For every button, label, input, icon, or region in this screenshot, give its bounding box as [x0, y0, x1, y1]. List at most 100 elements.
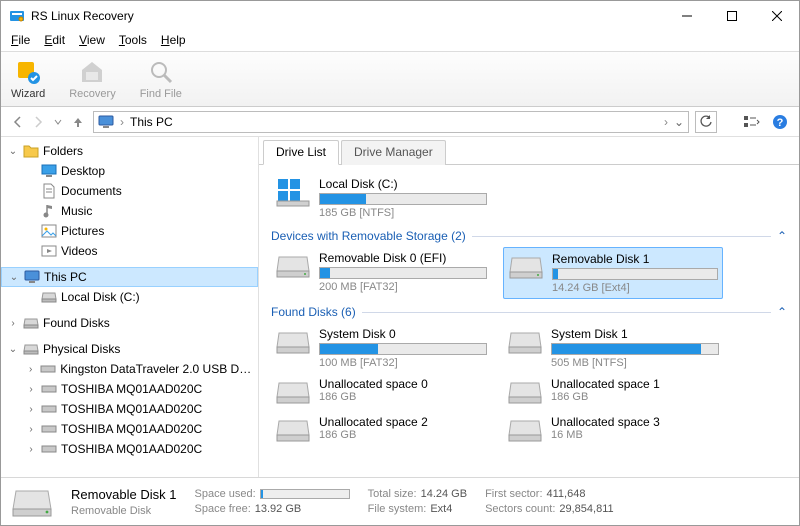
- tree-found-disks[interactable]: › Found Disks: [1, 313, 258, 333]
- tree-toshiba-2[interactable]: ›TOSHIBA MQ01AAD020C: [1, 399, 258, 419]
- drive-icon: [507, 377, 543, 407]
- wizard-button[interactable]: Wizard: [11, 58, 45, 100]
- status-bar: Removable Disk 1 Removable Disk Space us…: [1, 477, 799, 525]
- search-icon: [147, 58, 175, 86]
- menu-bar: File Edit View Tools Help: [1, 31, 799, 51]
- drive-icon: [275, 415, 311, 445]
- drive-icon: [23, 341, 39, 357]
- chevron-right-icon[interactable]: ›: [25, 424, 37, 435]
- drive-icon: [275, 377, 311, 407]
- address-dropdown[interactable]: ⌄: [674, 115, 684, 129]
- address-bar[interactable]: › › ⌄: [93, 111, 689, 133]
- chevron-down-icon[interactable]: ⌄: [7, 146, 19, 157]
- minimize-button[interactable]: [664, 1, 709, 31]
- tree-folders[interactable]: ⌄ Folders: [1, 141, 258, 161]
- tree-desktop[interactable]: Desktop: [1, 161, 258, 181]
- tab-drive-manager[interactable]: Drive Manager: [341, 140, 446, 165]
- close-button[interactable]: [754, 1, 799, 31]
- tree-documents[interactable]: Documents: [1, 181, 258, 201]
- status-used-bar: [260, 489, 350, 499]
- tree-toshiba-1[interactable]: ›TOSHIBA MQ01AAD020C: [1, 379, 258, 399]
- app-icon: [9, 8, 25, 24]
- tree-physical-disks[interactable]: ⌄ Physical Disks: [1, 339, 258, 359]
- chevron-right-icon[interactable]: ›: [25, 384, 37, 395]
- section-found[interactable]: Found Disks (6)⌃: [271, 305, 787, 319]
- drive-icon: [41, 289, 57, 305]
- up-button[interactable]: [69, 113, 87, 131]
- chevron-right-icon[interactable]: ›: [25, 444, 37, 455]
- desktop-icon: [41, 163, 57, 179]
- tab-drive-list[interactable]: Drive List: [263, 140, 339, 165]
- history-dropdown[interactable]: [49, 113, 67, 131]
- help-button[interactable]: ?: [769, 111, 791, 133]
- refresh-button[interactable]: [695, 111, 717, 133]
- status-name: Removable Disk 1: [71, 487, 177, 502]
- wizard-icon: [14, 58, 42, 86]
- drive-system-1[interactable]: System Disk 1505 MB [NTFS]: [503, 323, 723, 373]
- chevron-right-icon[interactable]: ›: [25, 364, 36, 375]
- tabs: Drive List Drive Manager: [259, 139, 799, 165]
- folder-icon: [23, 143, 39, 159]
- findfile-button[interactable]: Find File: [140, 58, 182, 100]
- drive-icon: [508, 252, 544, 282]
- drive-icon: [11, 485, 53, 519]
- menu-tools[interactable]: Tools: [113, 31, 153, 51]
- document-icon: [41, 183, 57, 199]
- pictures-icon: [41, 223, 57, 239]
- tree-pictures[interactable]: Pictures: [1, 221, 258, 241]
- svg-text:?: ?: [777, 117, 784, 129]
- drive-removable-1[interactable]: Removable Disk 114.24 GB [Ext4]: [503, 247, 723, 299]
- recovery-icon: [78, 58, 106, 86]
- recovery-button[interactable]: Recovery: [69, 58, 115, 100]
- drive-unallocated-2[interactable]: Unallocated space 2186 GB: [271, 411, 491, 449]
- status-type: Removable Disk: [71, 505, 177, 517]
- drive-icon: [41, 421, 57, 437]
- tree-local-disk-c[interactable]: Local Disk (C:): [1, 287, 258, 307]
- chevron-right-icon[interactable]: ›: [7, 318, 19, 329]
- nav-bar: › › ⌄ ?: [1, 107, 799, 137]
- chevron-right-icon[interactable]: ›: [25, 404, 37, 415]
- back-button[interactable]: [9, 113, 27, 131]
- section-removable[interactable]: Devices with Removable Storage (2)⌃: [271, 229, 787, 243]
- tree-toshiba-4[interactable]: ›TOSHIBA MQ01AAD020C: [1, 439, 258, 459]
- menu-file[interactable]: File: [5, 31, 36, 51]
- forward-button[interactable]: [29, 113, 47, 131]
- menu-edit[interactable]: Edit: [38, 31, 71, 51]
- drive-icon: [41, 381, 57, 397]
- videos-icon: [41, 243, 57, 259]
- view-options-button[interactable]: [741, 111, 763, 133]
- pc-icon: [24, 269, 40, 285]
- menu-help[interactable]: Help: [155, 31, 192, 51]
- drive-icon: [40, 361, 56, 377]
- content-pane: Drive List Drive Manager Local Disk (C:)…: [259, 137, 799, 477]
- drive-icon: [23, 315, 39, 331]
- windows-drive-icon: [275, 177, 311, 207]
- drive-local-c[interactable]: Local Disk (C:) 185 GB [NTFS]: [271, 173, 491, 223]
- folder-tree: ⌄ Folders Desktop Documents Music Pictur…: [1, 137, 259, 477]
- tree-music[interactable]: Music: [1, 201, 258, 221]
- pc-icon: [98, 115, 114, 129]
- window-title: RS Linux Recovery: [31, 9, 134, 23]
- drive-icon: [275, 251, 311, 281]
- drive-removable-0[interactable]: Removable Disk 0 (EFI)200 MB [FAT32]: [271, 247, 491, 299]
- drive-unallocated-0[interactable]: Unallocated space 0186 GB: [271, 373, 491, 411]
- drive-unallocated-1[interactable]: Unallocated space 1186 GB: [503, 373, 723, 411]
- chevron-down-icon[interactable]: ⌄: [7, 344, 19, 355]
- tree-this-pc[interactable]: ⌄ This PC: [1, 267, 258, 287]
- drive-icon: [507, 327, 543, 357]
- music-icon: [41, 203, 57, 219]
- tree-toshiba-3[interactable]: ›TOSHIBA MQ01AAD020C: [1, 419, 258, 439]
- menu-view[interactable]: View: [73, 31, 111, 51]
- tree-videos[interactable]: Videos: [1, 241, 258, 261]
- address-input[interactable]: [130, 115, 658, 129]
- drive-system-0[interactable]: System Disk 0100 MB [FAT32]: [271, 323, 491, 373]
- chevron-up-icon[interactable]: ⌃: [777, 229, 787, 243]
- chevron-down-icon[interactable]: ⌄: [8, 272, 20, 283]
- tree-kingston[interactable]: ›Kingston DataTraveler 2.0 USB Device: [1, 359, 258, 379]
- chevron-up-icon[interactable]: ⌃: [777, 305, 787, 319]
- maximize-button[interactable]: [709, 1, 754, 31]
- drive-unallocated-3[interactable]: Unallocated space 316 MB: [503, 411, 723, 449]
- drive-icon: [41, 441, 57, 457]
- drive-icon: [41, 401, 57, 417]
- toolbar: Wizard Recovery Find File: [1, 51, 799, 107]
